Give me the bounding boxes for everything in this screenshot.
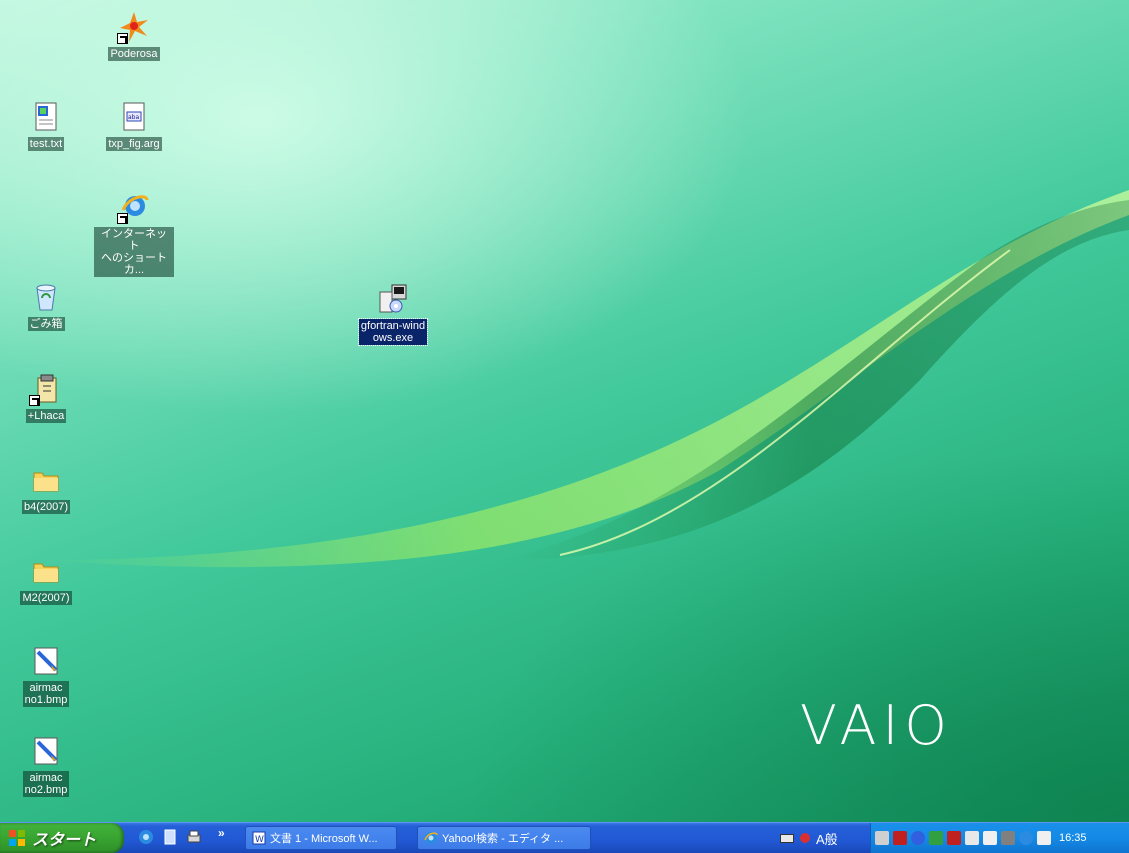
- quicklaunch-browser-icon[interactable]: [138, 829, 154, 845]
- desktop-icon-gfortran-installer[interactable]: gfortran-wind ows.exe: [353, 282, 433, 346]
- desktop-icon-test-txt[interactable]: test.txt: [6, 100, 86, 151]
- shortcut-arrow-icon: [117, 33, 128, 44]
- desktop-icon-airmac-no1[interactable]: airmac no1.bmp: [6, 644, 86, 707]
- icon-label: Poderosa: [108, 47, 160, 61]
- quicklaunch-overflow-chevron[interactable]: »: [218, 826, 225, 840]
- text-file-icon: [29, 100, 63, 134]
- desktop-icon-poderosa[interactable]: Poderosa: [94, 10, 174, 61]
- folder-icon: [29, 463, 63, 497]
- word-document-icon: W: [252, 831, 266, 845]
- shortcut-arrow-icon: [29, 395, 40, 406]
- taskbar-button-browser[interactable]: Yahoo!検索 - エディタ ...: [417, 826, 591, 850]
- network-icon[interactable]: [875, 831, 889, 845]
- desktop-icon-airmac-no2[interactable]: airmac no2.bmp: [6, 734, 86, 797]
- icon-label: M2(2007): [20, 591, 72, 605]
- icon-label: ごみ箱: [27, 317, 65, 331]
- bluetooth-icon[interactable]: [911, 831, 925, 845]
- desktop-icon-folder-m2[interactable]: M2(2007): [6, 554, 86, 605]
- recycle-bin-icon: [29, 280, 63, 314]
- desktop-icon-folder-b4[interactable]: b4(2007): [6, 463, 86, 514]
- start-button[interactable]: スタート: [0, 823, 124, 853]
- icon-label: airmac no2.bmp: [22, 771, 70, 797]
- taskbar-button-word[interactable]: W 文書 1 - Microsoft W...: [245, 826, 397, 850]
- folder-icon: [29, 554, 63, 588]
- task-label: Yahoo!検索 - エディタ ...: [442, 833, 564, 845]
- svg-text:aba: aba: [128, 114, 139, 121]
- document-file-icon: aba: [117, 100, 151, 134]
- desktop[interactable]: VAIO Poderosa test.txt aba txp_fig.arg イ…: [0, 0, 1129, 822]
- ime-mode-label: A般: [816, 831, 838, 847]
- desktop-icon-recycle-bin[interactable]: ごみ箱: [6, 280, 86, 331]
- start-label: スタート: [32, 832, 97, 849]
- mouse-icon[interactable]: [1037, 831, 1051, 845]
- poderosa-icon: [117, 10, 151, 44]
- desktop-icon-txp-fig[interactable]: aba txp_fig.arg: [94, 100, 174, 151]
- icon-label: airmac no1.bmp: [22, 681, 70, 707]
- vaio-logo: VAIO: [800, 694, 953, 757]
- task-label: 文書 1 - Microsoft W...: [270, 833, 378, 845]
- windows-flag-icon: [8, 829, 26, 847]
- quicklaunch-notepad-icon[interactable]: [162, 829, 178, 845]
- safely-remove-icon[interactable]: [983, 831, 997, 845]
- installer-icon: [376, 282, 410, 316]
- desktop-icon-lhaca[interactable]: +Lhaca: [6, 372, 86, 423]
- svg-text:W: W: [255, 835, 264, 845]
- ime-language-bar[interactable]: A般: [780, 823, 838, 853]
- keyboard-icon: [780, 832, 794, 844]
- icon-label: gfortran-wind ows.exe: [357, 318, 429, 346]
- bitmap-image-icon: [29, 644, 63, 678]
- icon-label: test.txt: [27, 137, 65, 151]
- security-icon[interactable]: [1019, 831, 1033, 845]
- monitor-icon[interactable]: [1001, 831, 1015, 845]
- icon-label: +Lhaca: [25, 409, 67, 423]
- device-icon[interactable]: [929, 831, 943, 845]
- system-tray: 16:35: [870, 823, 1129, 853]
- desktop-icon-internet-shortcut[interactable]: インターネット へのショートカ...: [94, 190, 174, 277]
- clock[interactable]: 16:35: [1059, 832, 1087, 844]
- icon-label: インターネット へのショートカ...: [94, 227, 174, 277]
- network-disconnected-icon[interactable]: [947, 831, 961, 845]
- internet-explorer-icon: [117, 190, 151, 224]
- shortcut-arrow-icon: [117, 213, 128, 224]
- display-icon[interactable]: [965, 831, 979, 845]
- taskbar: スタート » W 文書 1 - Microsoft W... Yahoo!検索 …: [0, 822, 1129, 853]
- network-disconnected-icon[interactable]: [893, 831, 907, 845]
- icon-label: txp_fig.arg: [106, 137, 162, 151]
- archiver-icon: [29, 372, 63, 406]
- icon-label: b4(2007): [21, 500, 71, 514]
- quicklaunch-printer-icon[interactable]: [186, 829, 202, 845]
- bitmap-image-icon: [29, 734, 63, 768]
- internet-explorer-icon: [424, 831, 438, 845]
- ime-pad-icon: [798, 832, 812, 844]
